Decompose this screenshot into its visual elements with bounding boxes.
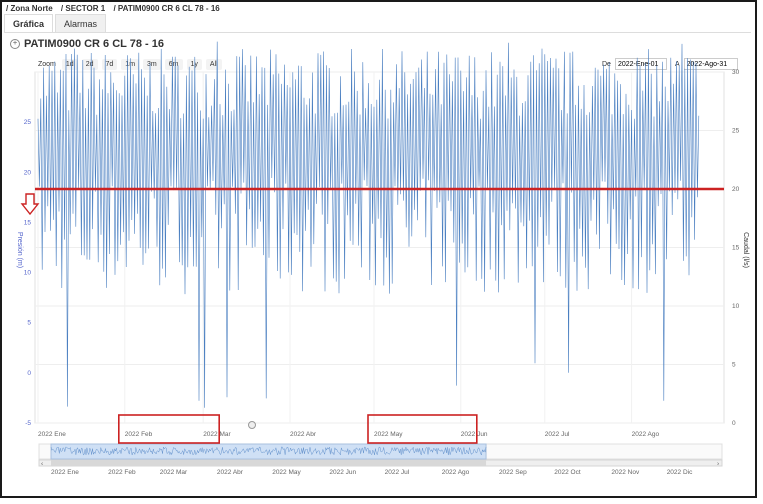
scroll-right-icon: › (717, 461, 719, 468)
navigator-tick-label: 2022 Feb (108, 469, 136, 476)
navigator-tick-label: 2022 Ene (51, 469, 79, 476)
left-tick-label: 0 (27, 370, 31, 377)
navigator: ‹ › 2022 Ene 2022 Feb 2022 Mar 2022 Abr 2022 M… (38, 443, 723, 476)
x-axis-ticks: 2022 Ene 2022 Feb 2022 Mar 2022 Abr 2022 May… (38, 431, 659, 438)
navigator-tick-label: 2022 Nov (611, 469, 640, 476)
x-tick-label: 2022 Mar (203, 431, 231, 438)
annotation-box (118, 414, 221, 444)
right-tick-label: 0 (732, 420, 736, 427)
navigator-tick-label: 2022 Mar (160, 469, 188, 476)
right-tick-label: 15 (732, 245, 740, 252)
right-tick-label: 30 (732, 69, 740, 76)
x-tick-label: 2022 Jul (545, 431, 570, 438)
left-tick-label: 20 (24, 169, 32, 176)
right-tick-label: 10 (732, 303, 740, 310)
right-tick-label: 25 (732, 128, 740, 135)
right-axis-ticks: 30 25 20 15 10 5 0 (732, 69, 740, 427)
x-tick-label: 2022 Ene (38, 431, 66, 438)
down-arrow-shape (20, 193, 40, 216)
left-axis-title: Presión (m) (16, 232, 23, 268)
left-tick-label: 25 (24, 119, 32, 126)
right-tick-label: 20 (732, 186, 740, 193)
navigator-tick-label: 2022 Sep (499, 469, 527, 476)
navigator-handle-icon (248, 421, 256, 429)
navigator-tick-label: 2022 May (272, 469, 301, 476)
left-axis-ticks: 25 20 15 10 5 0 -5 (24, 119, 32, 427)
right-axis-title: Caudal (l/s) (742, 232, 749, 268)
scrollbar-thumb (51, 460, 487, 466)
annotation-boxes (118, 414, 478, 444)
x-tick-label: 2022 Abr (290, 431, 317, 438)
x-tick-label: 2022 Ago (632, 431, 660, 438)
x-tick-label: 2022 Jun (461, 431, 488, 438)
navigator-tick-label: 2022 Dic (667, 469, 693, 476)
navigator-tick-label: 2022 Oct (554, 469, 581, 476)
left-tick-label: -5 (25, 420, 31, 427)
left-tick-label: 10 (24, 270, 32, 277)
navigator-selection (50, 443, 487, 460)
x-tick-label: 2022 May (374, 431, 403, 438)
series-line (37, 41, 700, 408)
down-arrow-icon (20, 193, 40, 216)
navigator-tick-label: 2022 Jul (385, 469, 410, 476)
left-tick-label: 15 (24, 219, 32, 226)
navigator-tick-label: 2022 Jun (329, 469, 356, 476)
app-frame: / Zona Norte / SECTOR 1 / PATIM0900 CR 6… (0, 0, 757, 498)
left-tick-label: 5 (27, 320, 31, 327)
right-tick-label: 5 (732, 362, 736, 369)
scroll-left-icon: ‹ (41, 461, 43, 468)
navigator-tick-label: 2022 Abr (217, 469, 244, 476)
chart-area: 25 20 15 10 5 0 -5 30 25 20 15 10 5 0 Presión (m) Ca… (16, 41, 749, 476)
x-tick-label: 2022 Feb (125, 431, 153, 438)
navigator-tick-label: 2022 Ago (442, 469, 470, 476)
